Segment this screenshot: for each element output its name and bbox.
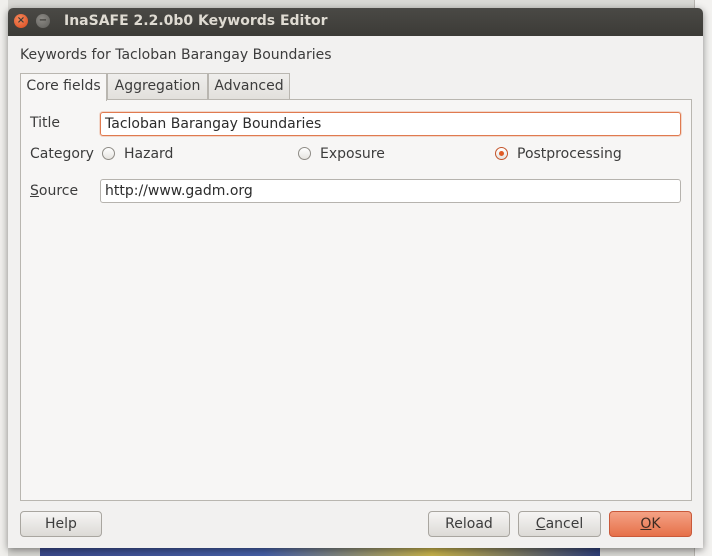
hazard-radio[interactable] [102,147,115,160]
title-label: Title [30,115,61,131]
source-label-rest: ource [38,183,79,199]
window-title: InaSAFE 2.2.0b0 Keywords Editor [64,13,328,29]
title-field[interactable]: Tacloban Barangay Boundaries [100,112,681,136]
dialog-heading: Keywords for Tacloban Barangay Boundarie… [20,47,332,63]
tab-core-fields[interactable]: Core fields [20,73,107,101]
ok-button[interactable]: OK [609,511,692,537]
postprocessing-label[interactable]: Postprocessing [517,146,622,162]
tab-advanced[interactable]: Advanced [208,73,290,99]
source-field[interactable]: http://www.gadm.org [100,179,681,203]
close-icon[interactable]: × [14,14,28,28]
source-label-mnemonic: S [30,183,39,199]
ok-label-rest: K [651,516,661,532]
reload-button[interactable]: Reload [428,511,510,537]
exposure-label[interactable]: Exposure [320,146,385,162]
hazard-label[interactable]: Hazard [124,146,173,162]
titlebar: × − InaSAFE 2.2.0b0 Keywords Editor [8,8,703,36]
exposure-radio[interactable] [298,147,311,160]
tab-aggregation[interactable]: Aggregation [107,73,208,99]
cancel-label-rest: ancel [545,516,584,532]
core-fields-panel: Title Tacloban Barangay Boundaries Categ… [20,99,692,501]
keywords-editor-dialog: × − InaSAFE 2.2.0b0 Keywords Editor Keyw… [8,8,703,548]
category-label: Category [30,146,94,162]
ok-mnemonic: O [640,516,652,532]
cancel-mnemonic: C [535,516,546,532]
source-label: Source [30,183,78,199]
minimize-icon[interactable]: − [36,14,50,28]
cancel-button[interactable]: Cancel [518,511,601,537]
postprocessing-radio[interactable] [495,147,508,160]
background-app-left [0,0,8,556]
help-button[interactable]: Help [20,511,102,537]
